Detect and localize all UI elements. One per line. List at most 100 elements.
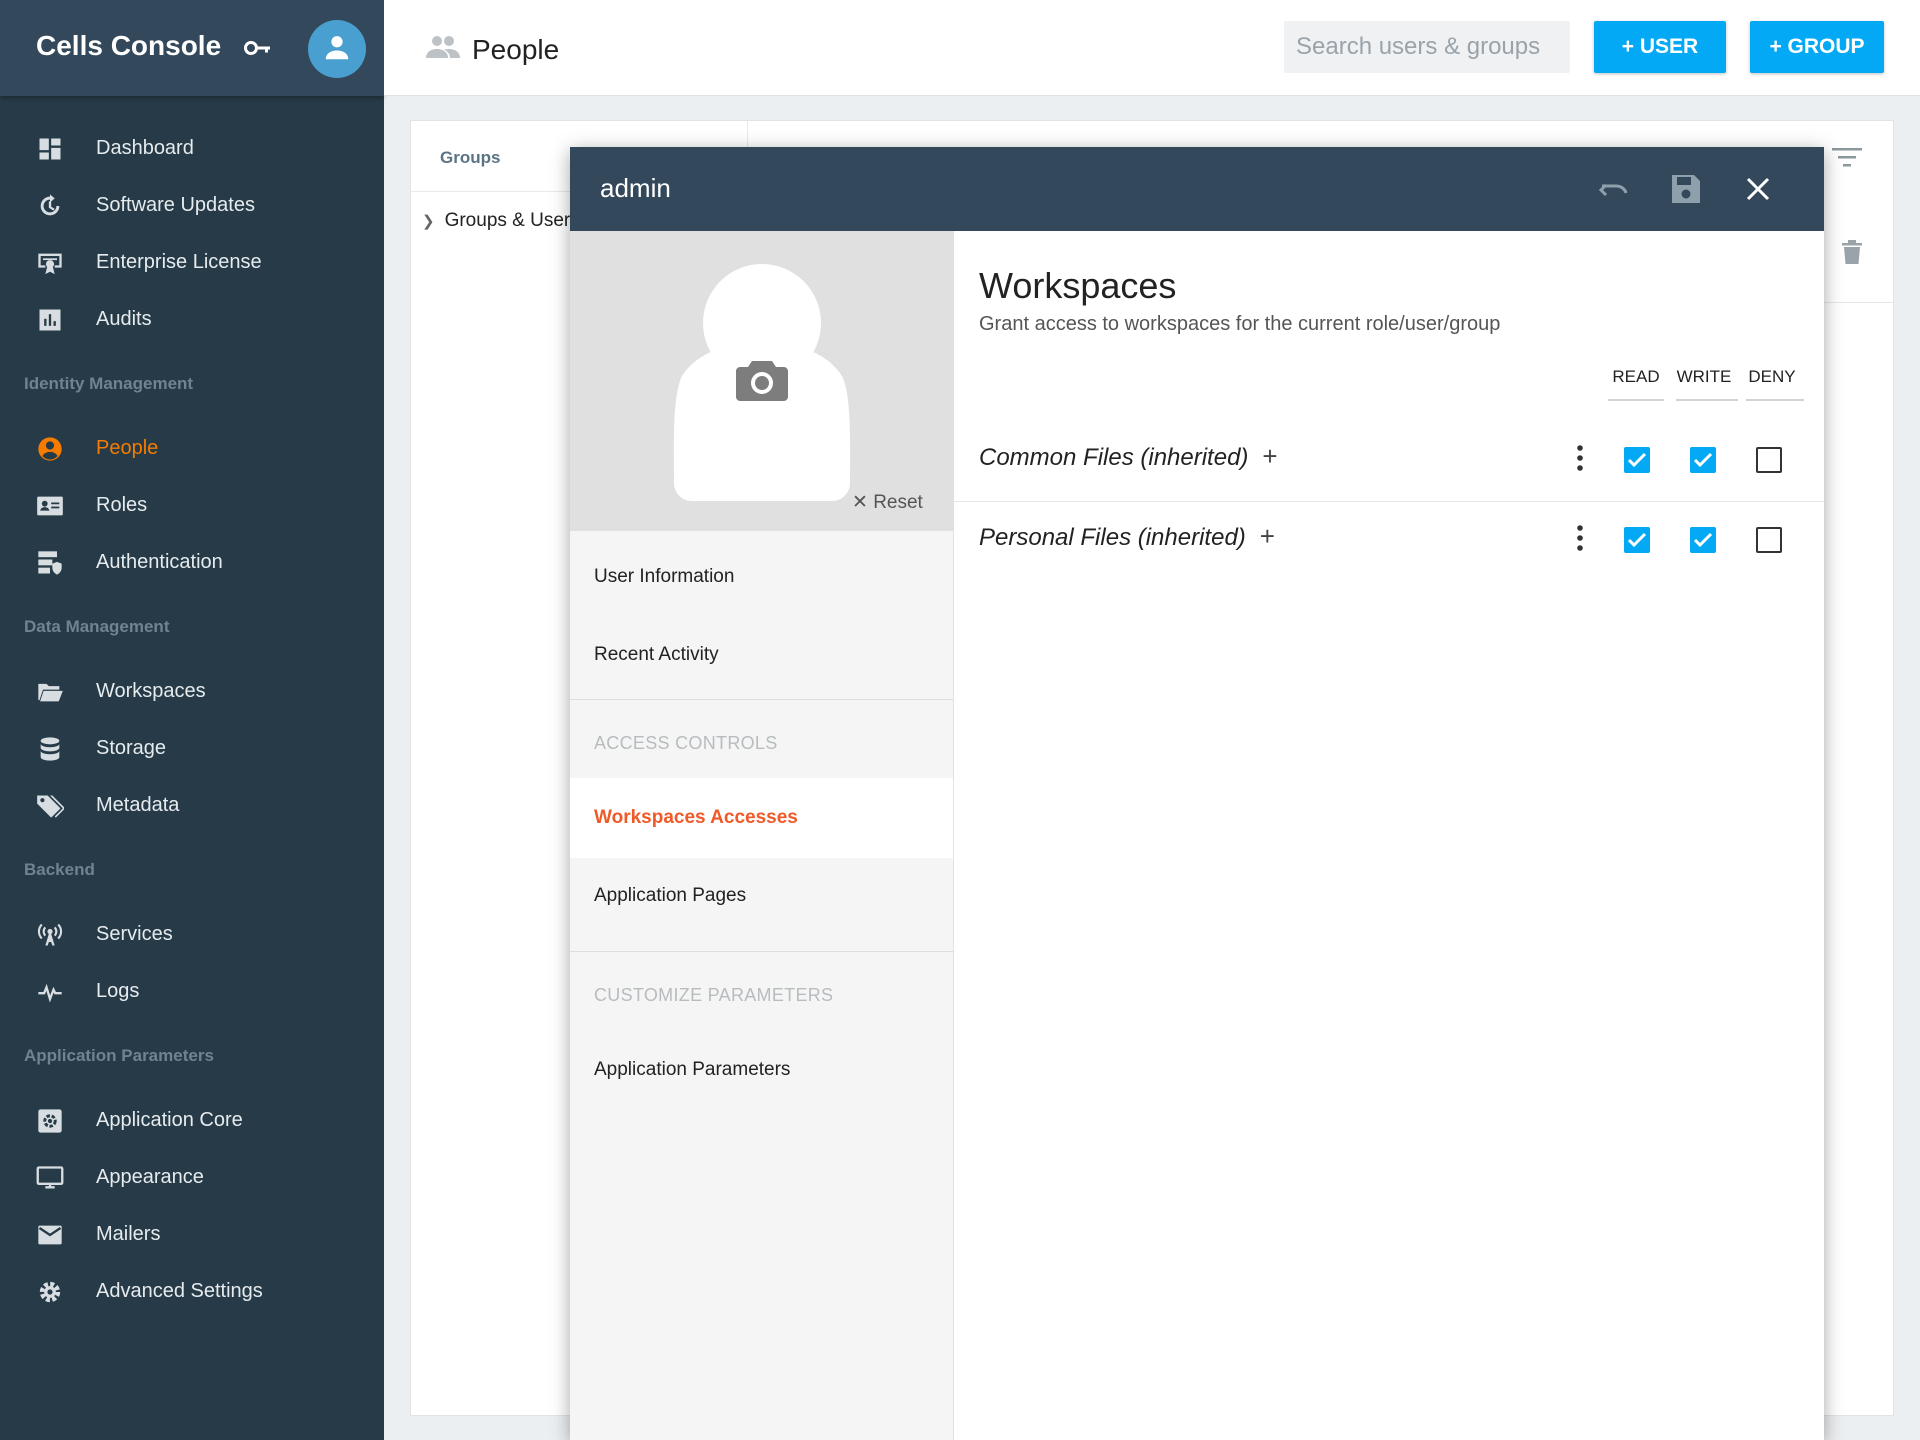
divider bbox=[1824, 302, 1894, 303]
user-editor-dialog: admin ✕ Reset User Information Recent Ac… bbox=[570, 147, 1824, 1440]
workspaces-panel: Workspaces Grant access to workspaces fo… bbox=[954, 231, 1824, 1440]
panel-title: Workspaces bbox=[979, 265, 1177, 306]
more-vert-icon[interactable] bbox=[1574, 443, 1586, 473]
read-checkbox[interactable] bbox=[1624, 447, 1650, 473]
column-header-write: WRITE bbox=[1676, 367, 1732, 386]
gear-icon bbox=[39, 1281, 61, 1303]
sidebar-item-label: Application Core bbox=[96, 1109, 243, 1131]
workspace-name-label: Common Files (inherited) bbox=[979, 444, 1249, 471]
sidebar-item-label: Enterprise License bbox=[96, 251, 262, 273]
check-icon bbox=[1627, 532, 1647, 548]
key-icon[interactable] bbox=[244, 38, 272, 58]
server-security-icon bbox=[38, 551, 62, 575]
add-workspace-rule-button[interactable]: + bbox=[1262, 441, 1277, 471]
chevron-right-icon: ❯ bbox=[422, 213, 435, 230]
folder-open-icon bbox=[38, 683, 63, 702]
sidebar-item-appearance[interactable]: Appearance bbox=[0, 1153, 384, 1201]
avatar[interactable] bbox=[308, 20, 366, 78]
menu-recent-activity[interactable]: Recent Activity bbox=[594, 644, 719, 666]
avatar-upload-area[interactable]: ✕ Reset bbox=[570, 231, 954, 531]
sidebar-item-audits[interactable]: Audits bbox=[0, 295, 384, 343]
sidebar-item-dashboard[interactable]: Dashboard bbox=[0, 124, 384, 172]
menu-application-pages[interactable]: Application Pages bbox=[594, 885, 746, 907]
monitor-icon bbox=[36, 1166, 64, 1189]
update-icon bbox=[40, 194, 60, 216]
panel-subtitle: Grant access to workspaces for the curre… bbox=[979, 313, 1501, 335]
search-input[interactable] bbox=[1284, 21, 1570, 73]
tree-item-groups-users[interactable]: ❯ Groups & Users bbox=[422, 210, 580, 232]
chart-icon bbox=[39, 309, 61, 331]
sidebar-item-label: Services bbox=[96, 923, 173, 945]
certificate-icon bbox=[38, 253, 62, 275]
sidebar: Cells Console Dashboard Software Updates… bbox=[0, 0, 384, 1440]
section-customize-parameters: CUSTOMIZE PARAMETERS bbox=[594, 985, 834, 1005]
sidebar-item-label: Storage bbox=[96, 737, 167, 759]
sidebar-item-label: Dashboard bbox=[96, 137, 194, 159]
save-icon[interactable] bbox=[1668, 171, 1704, 207]
workspace-row-personal-files: Personal Files (inherited) + bbox=[954, 501, 1824, 581]
menu-application-parameters[interactable]: Application Parameters bbox=[594, 1059, 790, 1081]
sidebar-item-label: Software Updates bbox=[96, 194, 255, 216]
close-icon[interactable] bbox=[1740, 171, 1776, 207]
sidebar-item-people[interactable]: People bbox=[0, 424, 384, 472]
sidebar-item-mailers[interactable]: Mailers bbox=[0, 1210, 384, 1258]
add-user-button[interactable]: + USER bbox=[1594, 21, 1726, 73]
divider bbox=[570, 951, 954, 952]
camera-icon[interactable] bbox=[736, 357, 788, 401]
section-access-controls: ACCESS CONTROLS bbox=[594, 733, 778, 753]
reset-avatar-button[interactable]: ✕ Reset bbox=[852, 491, 923, 514]
workspace-name-label: Personal Files (inherited) bbox=[979, 524, 1246, 551]
account-circle-icon bbox=[38, 437, 62, 461]
deny-checkbox[interactable] bbox=[1756, 447, 1782, 473]
check-icon bbox=[1693, 452, 1713, 468]
menu-workspaces-accesses[interactable]: Workspaces Accesses bbox=[594, 807, 798, 829]
sidebar-item-workspaces[interactable]: Workspaces bbox=[0, 667, 384, 715]
sidebar-item-application-core[interactable]: Application Core bbox=[0, 1096, 384, 1144]
app-title: Cells Console bbox=[36, 30, 222, 61]
reset-label: Reset bbox=[873, 492, 923, 513]
write-checkbox[interactable] bbox=[1690, 527, 1716, 553]
add-group-button[interactable]: + GROUP bbox=[1750, 21, 1884, 73]
workspace-name: Personal Files (inherited) + bbox=[979, 521, 1275, 552]
sidebar-item-enterprise-license[interactable]: Enterprise License bbox=[0, 238, 384, 286]
settings-box-icon bbox=[38, 1109, 62, 1133]
sidebar-item-logs[interactable]: Logs bbox=[0, 967, 384, 1015]
deny-checkbox[interactable] bbox=[1756, 527, 1782, 553]
sidebar-item-authentication[interactable]: Authentication bbox=[0, 538, 384, 586]
sidebar-item-storage[interactable]: Storage bbox=[0, 724, 384, 772]
read-checkbox[interactable] bbox=[1624, 527, 1650, 553]
sidebar-item-label: Roles bbox=[96, 494, 148, 516]
dashboard-icon bbox=[39, 138, 61, 160]
id-card-icon bbox=[37, 496, 63, 516]
close-icon: ✕ bbox=[852, 492, 868, 513]
user-icon bbox=[325, 36, 349, 60]
more-vert-icon[interactable] bbox=[1574, 523, 1586, 553]
sidebar-item-label: Mailers bbox=[96, 1223, 161, 1245]
column-header-deny: DENY bbox=[1748, 367, 1796, 386]
sidebar-item-metadata[interactable]: Metadata bbox=[0, 781, 384, 829]
sidebar-item-label: Logs bbox=[96, 980, 140, 1002]
section-data-management: Data Management bbox=[24, 617, 170, 636]
sidebar-item-label: Audits bbox=[96, 308, 152, 330]
sidebar-item-services[interactable]: Services bbox=[0, 910, 384, 958]
undo-icon[interactable] bbox=[1596, 171, 1632, 207]
filter-icon[interactable] bbox=[1832, 146, 1862, 168]
top-bar: People + USER + GROUP bbox=[384, 0, 1920, 96]
sidebar-item-label: Advanced Settings bbox=[96, 1280, 263, 1302]
email-icon bbox=[38, 1225, 62, 1245]
sidebar-item-roles[interactable]: Roles bbox=[0, 481, 384, 529]
add-workspace-rule-button[interactable]: + bbox=[1260, 521, 1275, 551]
pulse-icon bbox=[38, 983, 62, 1003]
divider bbox=[570, 699, 954, 700]
sidebar-item-software-updates[interactable]: Software Updates bbox=[0, 181, 384, 229]
sidebar-item-advanced-settings[interactable]: Advanced Settings bbox=[0, 1267, 384, 1315]
dialog-header: admin bbox=[570, 147, 1824, 231]
column-underline bbox=[1746, 399, 1804, 401]
sidebar-item-label: Metadata bbox=[96, 794, 180, 816]
dialog-title: admin bbox=[600, 173, 671, 203]
column-underline bbox=[1608, 399, 1664, 401]
write-checkbox[interactable] bbox=[1690, 447, 1716, 473]
sidebar-item-label: Workspaces bbox=[96, 680, 206, 702]
menu-user-information[interactable]: User Information bbox=[594, 566, 734, 588]
trash-icon[interactable] bbox=[1842, 240, 1862, 264]
